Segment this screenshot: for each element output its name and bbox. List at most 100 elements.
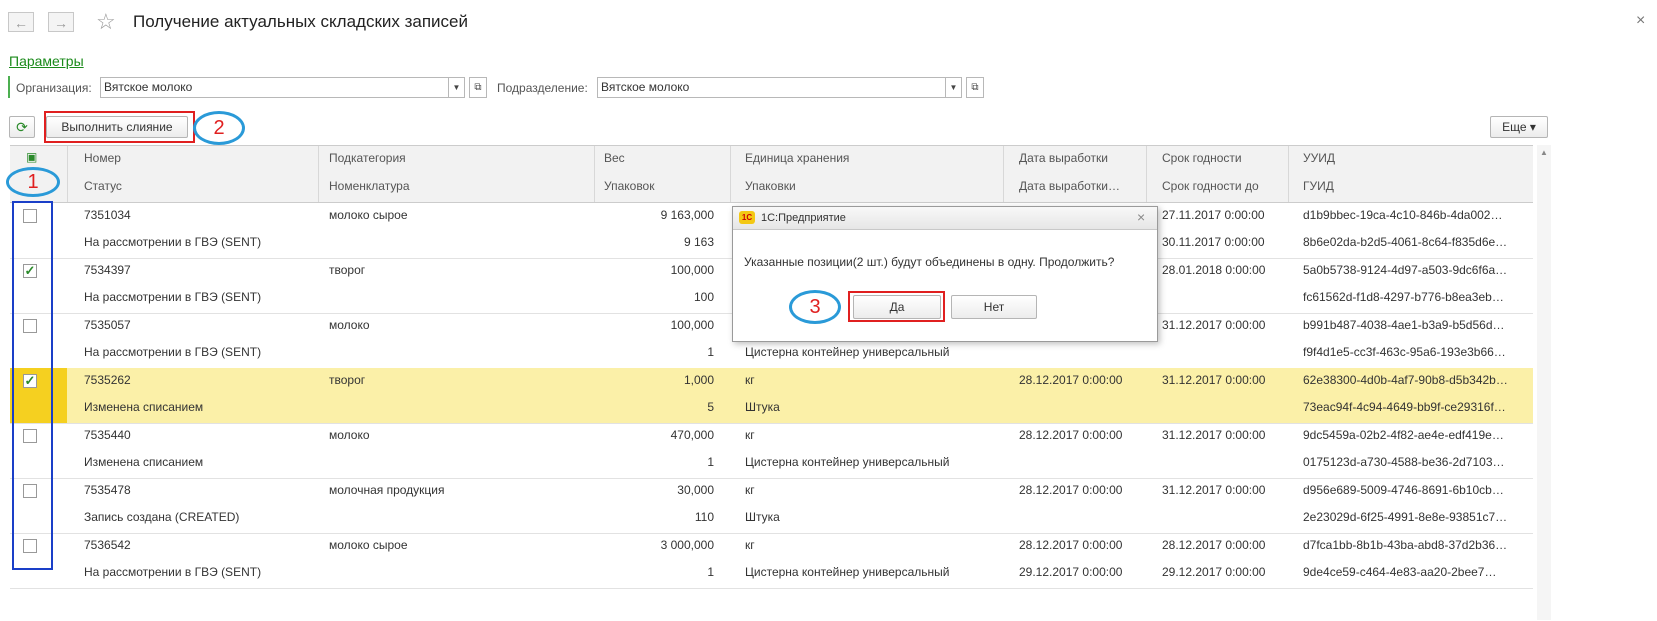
table-row[interactable]: 7535440 Изменена списанием молоко 470,000 1 к…: [10, 423, 1533, 479]
organization-label: Организация:: [16, 81, 92, 95]
cell-status: Изменена списанием: [84, 455, 204, 469]
cell-packs: 1: [707, 345, 714, 359]
cell-unit: кг: [745, 428, 755, 442]
cell-subcat: молоко: [329, 318, 370, 332]
cell-guid: 0175123d-a730-4588-be36-2d7103…: [1303, 455, 1505, 469]
header-nomenclature[interactable]: Номенклатура: [329, 179, 410, 193]
cell-expiry: 31.12.2017 0:00:00: [1162, 373, 1266, 387]
table-row[interactable]: ✓ 7535262 Изменена списанием творог 1,000 5 кг…: [10, 368, 1533, 424]
cell-guid: 8b6e02da-b2d5-4061-8c64-f835d6e…: [1303, 235, 1508, 249]
organization-field[interactable]: Вятское молоко: [100, 77, 449, 98]
cell-number: 7351034: [84, 208, 131, 222]
cell-uuid: d7fca1bb-8b1b-43ba-abd8-37d2b36…: [1303, 538, 1508, 552]
cell-weight: 100,000: [670, 318, 714, 332]
department-field[interactable]: Вятское молоко: [597, 77, 946, 98]
table-row[interactable]: 7536542 На рассмотрении в ГВЭ (SENT) молок…: [10, 533, 1533, 589]
header-storage-unit[interactable]: Единица хранения: [745, 151, 849, 165]
cell-expiry2: 30.11.2017 0:00:00: [1162, 235, 1265, 249]
cell-status: Изменена списанием: [84, 400, 204, 414]
dialog-message: Указанные позиции(2 шт.) будут объединен…: [744, 255, 1115, 269]
cell-weight: 100,000: [670, 263, 714, 277]
header-uuid[interactable]: УУИД: [1303, 151, 1335, 165]
dialog-close-icon[interactable]: ×: [1137, 209, 1145, 225]
header-weight[interactable]: Вес: [604, 151, 625, 165]
cell-number: 7534397: [84, 263, 131, 277]
cell-uuid: b991b487-4038-4ae1-b3a9-b5d56d…: [1303, 318, 1505, 332]
star-icon[interactable]: ☆: [96, 9, 116, 35]
cell-expiry: 31.12.2017 0:00:00: [1162, 483, 1266, 497]
close-icon[interactable]: ×: [1636, 12, 1645, 30]
cell-guid: fc61562d-f1d8-4297-b776-b8ea3eb…: [1303, 290, 1504, 304]
page-title: Получение актуальных складских записей: [133, 12, 469, 31]
cell-pack: Штука: [745, 510, 780, 524]
cell-uuid: d1b9bbec-19ca-4c10-846b-4da002…: [1303, 208, 1503, 222]
cell-date: 28.12.2017 0:00:00: [1019, 373, 1123, 387]
forward-button[interactable]: →: [48, 12, 74, 32]
more-button[interactable]: Еще ▾: [1490, 116, 1548, 138]
cell-packs: 5: [707, 400, 714, 414]
cell-packs: 1: [707, 455, 714, 469]
header-production-date[interactable]: Дата выработки: [1019, 151, 1108, 165]
header-status[interactable]: Статус: [84, 179, 122, 193]
cell-guid: 9de4ce59-c464-4e83-aa20-2bee7…: [1303, 565, 1497, 579]
cell-packs: 100: [693, 290, 714, 304]
cell-expiry: 31.12.2017 0:00:00: [1162, 428, 1266, 442]
organization-dropdown-button[interactable]: ▼: [449, 77, 465, 98]
cell-status: Запись создана (CREATED): [84, 510, 240, 524]
organization-open-icon[interactable]: ⧉: [469, 77, 487, 98]
cell-uuid: 5a0b5738-9124-4d97-a503-9dc6f6a…: [1303, 263, 1508, 277]
cell-status: На рассмотрении в ГВЭ (SENT): [84, 290, 262, 304]
highlight-merge-button: [44, 111, 195, 143]
header-packages[interactable]: Упаковок: [604, 179, 654, 193]
parameters-link[interactable]: Параметры: [9, 53, 84, 69]
table-row[interactable]: 7535478 Запись создана (CREATED) молочная …: [10, 478, 1533, 534]
cell-number: 7536542: [84, 538, 131, 552]
cell-status: На рассмотрении в ГВЭ (SENT): [84, 235, 262, 249]
cell-pack: Штука: [745, 400, 780, 414]
check-all-icon[interactable]: ▣: [26, 150, 37, 164]
cell-weight: 3 000,000: [660, 538, 714, 552]
cell-weight: 1,000: [683, 373, 714, 387]
cell-expiry2: 29.12.2017 0:00:00: [1162, 565, 1266, 579]
cell-subcat: молочная продукция: [329, 483, 445, 497]
cell-packs: 9 163: [683, 235, 714, 249]
cell-subcat: молоко сырое: [329, 208, 408, 222]
cell-uuid: d956e689-5009-4746-8691-6b10cb…: [1303, 483, 1504, 497]
cell-subcat: молоко: [329, 428, 370, 442]
header-packaging[interactable]: Упаковки: [745, 179, 796, 193]
cell-guid: 2e23029d-6f25-4991-8e8e-93851c7…: [1303, 510, 1508, 524]
header-expiry-to[interactable]: Срок годности до: [1162, 179, 1259, 193]
cell-date: 28.12.2017 0:00:00: [1019, 483, 1123, 497]
cell-weight: 30,000: [677, 483, 714, 497]
dialog-no-button[interactable]: Нет: [951, 295, 1037, 319]
cell-status: На рассмотрении в ГВЭ (SENT): [84, 565, 262, 579]
department-dropdown-button[interactable]: ▼: [946, 77, 962, 98]
dialog-title: 1С:Предприятие: [761, 212, 846, 224]
header-subcategory[interactable]: Подкатегория: [329, 151, 406, 165]
cell-date: 28.12.2017 0:00:00: [1019, 428, 1123, 442]
cell-uuid: 62e38300-4d0b-4af7-90b8-d5b342b…: [1303, 373, 1508, 387]
back-button[interactable]: ←: [8, 12, 34, 32]
step-1-marker: 1: [6, 167, 60, 197]
header-expiry[interactable]: Срок годности: [1162, 151, 1242, 165]
header-guid[interactable]: ГУИД: [1303, 179, 1334, 193]
cell-number: 7535057: [84, 318, 131, 332]
highlight-checkbox-column: [12, 201, 53, 570]
step-2-marker: 2: [193, 111, 245, 145]
vertical-scrollbar[interactable]: ▲: [1537, 145, 1551, 620]
department-open-icon[interactable]: ⧉: [966, 77, 984, 98]
cell-unit: кг: [745, 483, 755, 497]
cell-number: 7535478: [84, 483, 131, 497]
cell-number: 7535262: [84, 373, 131, 387]
confirm-dialog: 1С 1С:Предприятие × Указанные позиции(2 …: [732, 206, 1158, 342]
refresh-button[interactable]: ⟳: [9, 116, 35, 138]
header-number[interactable]: Номер: [84, 151, 121, 165]
cell-expiry: 27.11.2017 0:00:00: [1162, 208, 1265, 222]
cell-pack: Цистерна контейнер универсальный: [745, 455, 950, 469]
header-production-date-2[interactable]: Дата выработки…: [1019, 179, 1120, 193]
cell-expiry: 28.01.2018 0:00:00: [1162, 263, 1266, 277]
params-group-bar: [8, 76, 10, 98]
step-3-marker: 3: [789, 290, 841, 324]
cell-pack: Цистерна контейнер универсальный: [745, 565, 950, 579]
cell-packs: 110: [694, 510, 714, 524]
